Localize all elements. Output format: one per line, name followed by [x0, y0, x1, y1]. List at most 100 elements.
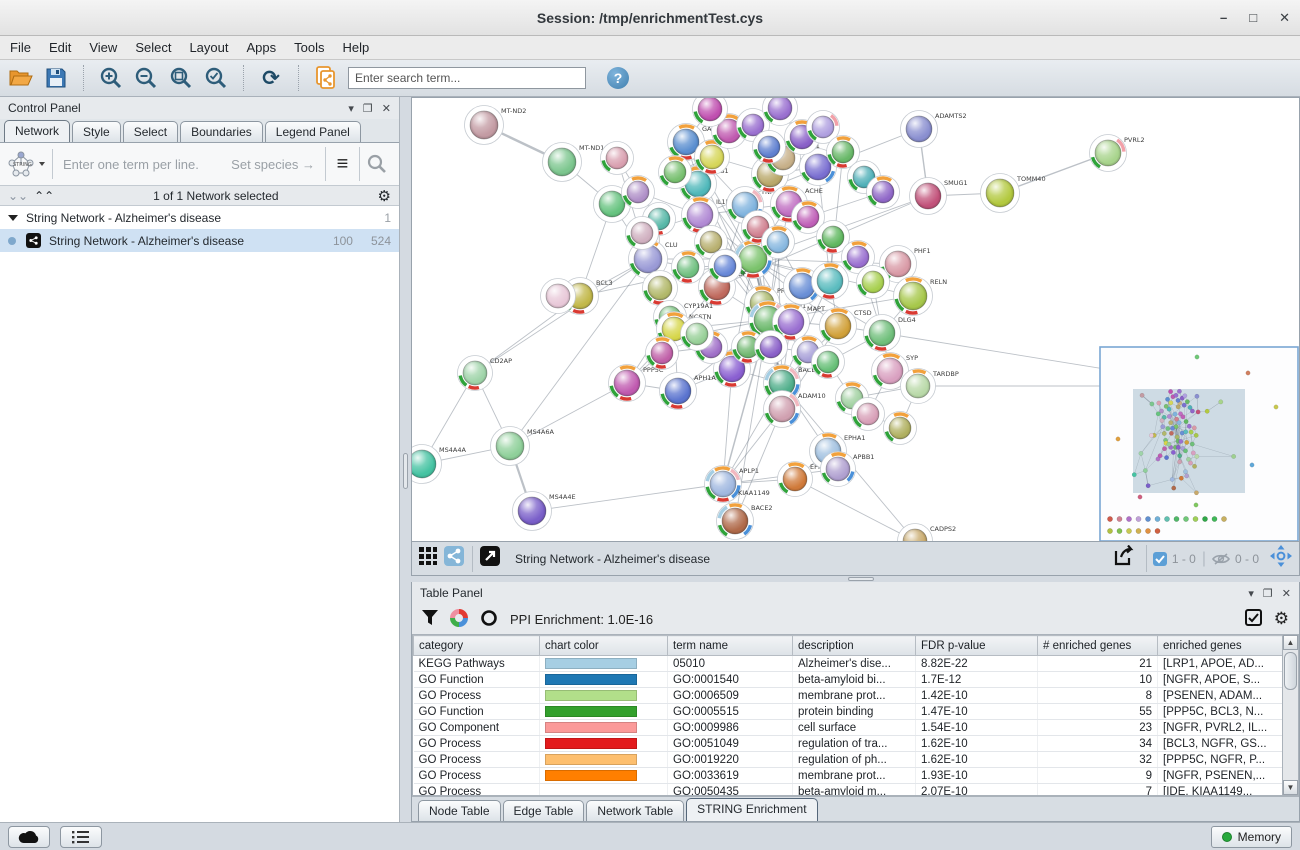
table-row[interactable]: GO ProcessGO:0006509membrane prot...1.42…	[414, 688, 1283, 704]
network-graph[interactable]: MT-ND2MT-ND1VSNL1ADAMTS2PVRL2TOMM40SMUG1…	[412, 98, 1300, 541]
table-scrollbar[interactable]: ▲ ▼	[1282, 634, 1299, 796]
ring-chart-icon[interactable]	[480, 609, 498, 630]
table-row[interactable]: GO ProcessGO:0050435beta-amyloid m...2.0…	[414, 784, 1283, 797]
splitter-handle[interactable]	[403, 453, 408, 489]
table-row[interactable]: GO FunctionGO:0005515protein binding1.47…	[414, 704, 1283, 720]
network-row-selected[interactable]: String Network - Alzheimer's disease 100…	[0, 229, 399, 252]
network-node[interactable]: DLG4	[864, 315, 916, 352]
network-canvas[interactable]: MT-ND2MT-ND1VSNL1ADAMTS2PVRL2TOMM40SMUG1…	[411, 97, 1300, 541]
network-node[interactable]: MT-ND2	[465, 106, 527, 145]
panel-close-icon[interactable]: ✕	[1282, 587, 1291, 600]
panel-splitter-vertical[interactable]	[400, 97, 411, 822]
network-node[interactable]: ADAM10	[764, 391, 826, 428]
save-session-icon[interactable]	[43, 65, 69, 91]
collapse-caret-icon[interactable]	[8, 215, 18, 221]
menu-view[interactable]: View	[89, 40, 117, 55]
network-node[interactable]	[681, 318, 714, 351]
network-node[interactable]: RELN	[894, 277, 948, 316]
export-network-icon[interactable]	[1112, 545, 1147, 572]
scroll-down-icon[interactable]: ▼	[1283, 780, 1298, 795]
network-node[interactable]: MS4A4A	[412, 445, 466, 484]
table-settings-gear-icon[interactable]: ⚙	[1274, 609, 1289, 629]
enrichment-table[interactable]: categorychart color term namedescription…	[412, 634, 1282, 796]
enrichment-chart-icon[interactable]	[450, 609, 468, 630]
refresh-icon[interactable]: ⟳	[258, 65, 284, 91]
network-node[interactable]	[709, 250, 742, 283]
network-node[interactable]: CADPS2	[898, 524, 957, 542]
string-options-icon[interactable]: ≡	[325, 147, 359, 181]
filter-icon[interactable]	[422, 610, 438, 628]
task-list-button[interactable]	[60, 826, 102, 848]
zoom-out-icon[interactable]	[133, 65, 159, 91]
network-node[interactable]: CTSD	[820, 308, 872, 345]
help-icon[interactable]: ?	[607, 67, 629, 89]
tab-boundaries[interactable]: Boundaries	[180, 121, 263, 142]
network-node[interactable]: APH1A	[660, 373, 717, 410]
cloud-tasks-button[interactable]	[8, 826, 50, 848]
network-node[interactable]: APBB1	[821, 452, 875, 487]
grid-view-icon[interactable]	[418, 546, 438, 571]
network-node[interactable]	[762, 226, 795, 259]
birdseye-view[interactable]	[1100, 347, 1298, 541]
table-row[interactable]: GO ProcessGO:0051049regulation of tra...…	[414, 736, 1283, 752]
network-node[interactable]	[672, 251, 705, 284]
maximize-button[interactable]: □	[1249, 10, 1257, 26]
network-node[interactable]: CD2AP	[458, 356, 513, 391]
network-node[interactable]: MS4A6A	[491, 427, 555, 466]
panel-float-icon[interactable]: ❐	[1263, 587, 1273, 600]
table-header-row[interactable]: categorychart color term namedescription…	[414, 636, 1283, 656]
network-collection-row[interactable]: String Network - Alzheimer's disease 1	[0, 206, 399, 229]
network-node[interactable]	[753, 131, 786, 164]
network-node[interactable]: PVRL2	[1090, 135, 1145, 172]
network-node[interactable]	[601, 142, 634, 175]
table-row[interactable]: GO ComponentGO:0009986cell surface1.54E-…	[414, 720, 1283, 736]
menu-help[interactable]: Help	[343, 40, 370, 55]
network-node[interactable]	[541, 279, 576, 314]
collapse-all-icon[interactable]: ⌃⌃	[34, 189, 54, 203]
network-node[interactable]	[622, 176, 655, 209]
open-session-icon[interactable]	[8, 65, 34, 91]
menu-apps[interactable]: Apps	[247, 40, 277, 55]
menu-edit[interactable]: Edit	[49, 40, 71, 55]
tab-style[interactable]: Style	[72, 121, 121, 142]
table-row[interactable]: GO FunctionGO:0001540beta-amyloid bi...1…	[414, 672, 1283, 688]
pan-compass-icon[interactable]	[1269, 544, 1293, 573]
zoom-fit-icon[interactable]	[168, 65, 194, 91]
network-node[interactable]: MS4A4E	[513, 492, 576, 531]
table-row[interactable]: GO ProcessGO:0019220regulation of ph...1…	[414, 752, 1283, 768]
scroll-thumb[interactable]	[1284, 652, 1297, 690]
splitter-handle[interactable]	[848, 577, 874, 581]
string-logo-icon[interactable]: STRING	[6, 149, 53, 179]
network-node[interactable]: MT-ND1	[543, 143, 605, 182]
string-search-icon[interactable]	[359, 147, 393, 181]
select-columns-icon[interactable]	[1245, 609, 1262, 629]
close-button[interactable]: ✕	[1279, 10, 1290, 26]
panel-close-icon[interactable]: ✕	[382, 102, 391, 115]
network-node[interactable]	[884, 412, 917, 445]
copy-network-icon[interactable]	[313, 65, 339, 91]
network-node[interactable]	[755, 331, 788, 364]
memory-button[interactable]: Memory	[1211, 826, 1292, 848]
zoom-selected-icon[interactable]	[203, 65, 229, 91]
tab-string-enrichment[interactable]: STRING Enrichment	[686, 798, 817, 821]
network-settings-gear-icon[interactable]: ⚙	[378, 187, 391, 205]
network-node[interactable]	[659, 156, 692, 189]
zoom-in-icon[interactable]	[98, 65, 124, 91]
tab-legend-panel[interactable]: Legend Panel	[265, 121, 361, 142]
open-in-new-icon[interactable]	[479, 545, 501, 572]
menu-file[interactable]: File	[10, 40, 31, 55]
expand-all-icon[interactable]: ⌄⌄	[8, 189, 28, 203]
network-node[interactable]: BACE2	[717, 503, 773, 540]
menu-layout[interactable]: Layout	[189, 40, 228, 55]
network-node[interactable]: PPP5C	[609, 365, 664, 402]
table-row[interactable]: KEGG Pathways05010Alzheimer's dise...8.8…	[414, 656, 1283, 672]
tab-node-table[interactable]: Node Table	[418, 800, 501, 821]
network-node[interactable]	[857, 266, 890, 299]
tab-network-table[interactable]: Network Table	[586, 800, 684, 821]
network-node[interactable]: ADAMTS2	[901, 111, 967, 148]
menu-select[interactable]: Select	[135, 40, 171, 55]
network-node[interactable]: TOMM40	[981, 174, 1046, 213]
network-node[interactable]	[867, 176, 900, 209]
network-node[interactable]	[852, 398, 885, 431]
panel-menu-icon[interactable]: ▾	[348, 102, 354, 115]
